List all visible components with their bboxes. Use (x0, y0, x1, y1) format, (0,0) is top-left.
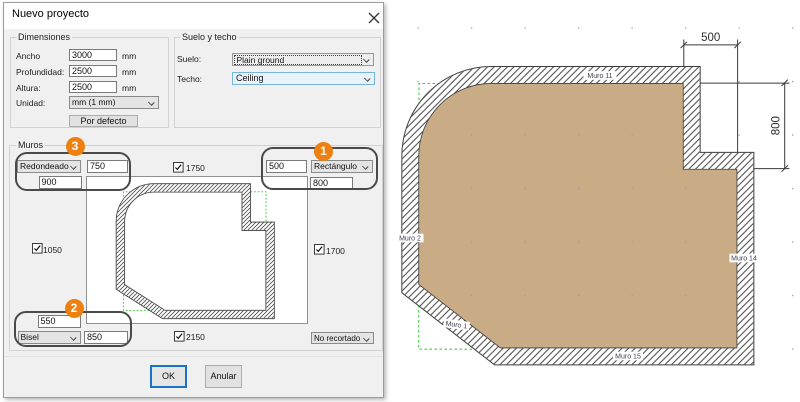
svg-text:Muro 2: Muro 2 (399, 236, 421, 243)
svg-text:800: 800 (771, 116, 783, 135)
svg-text:Muro 11: Muro 11 (587, 73, 612, 80)
svg-text:Muro 15: Muro 15 (615, 354, 641, 361)
svg-text:Muro 14: Muro 14 (731, 256, 757, 263)
svg-text:500: 500 (701, 32, 720, 44)
